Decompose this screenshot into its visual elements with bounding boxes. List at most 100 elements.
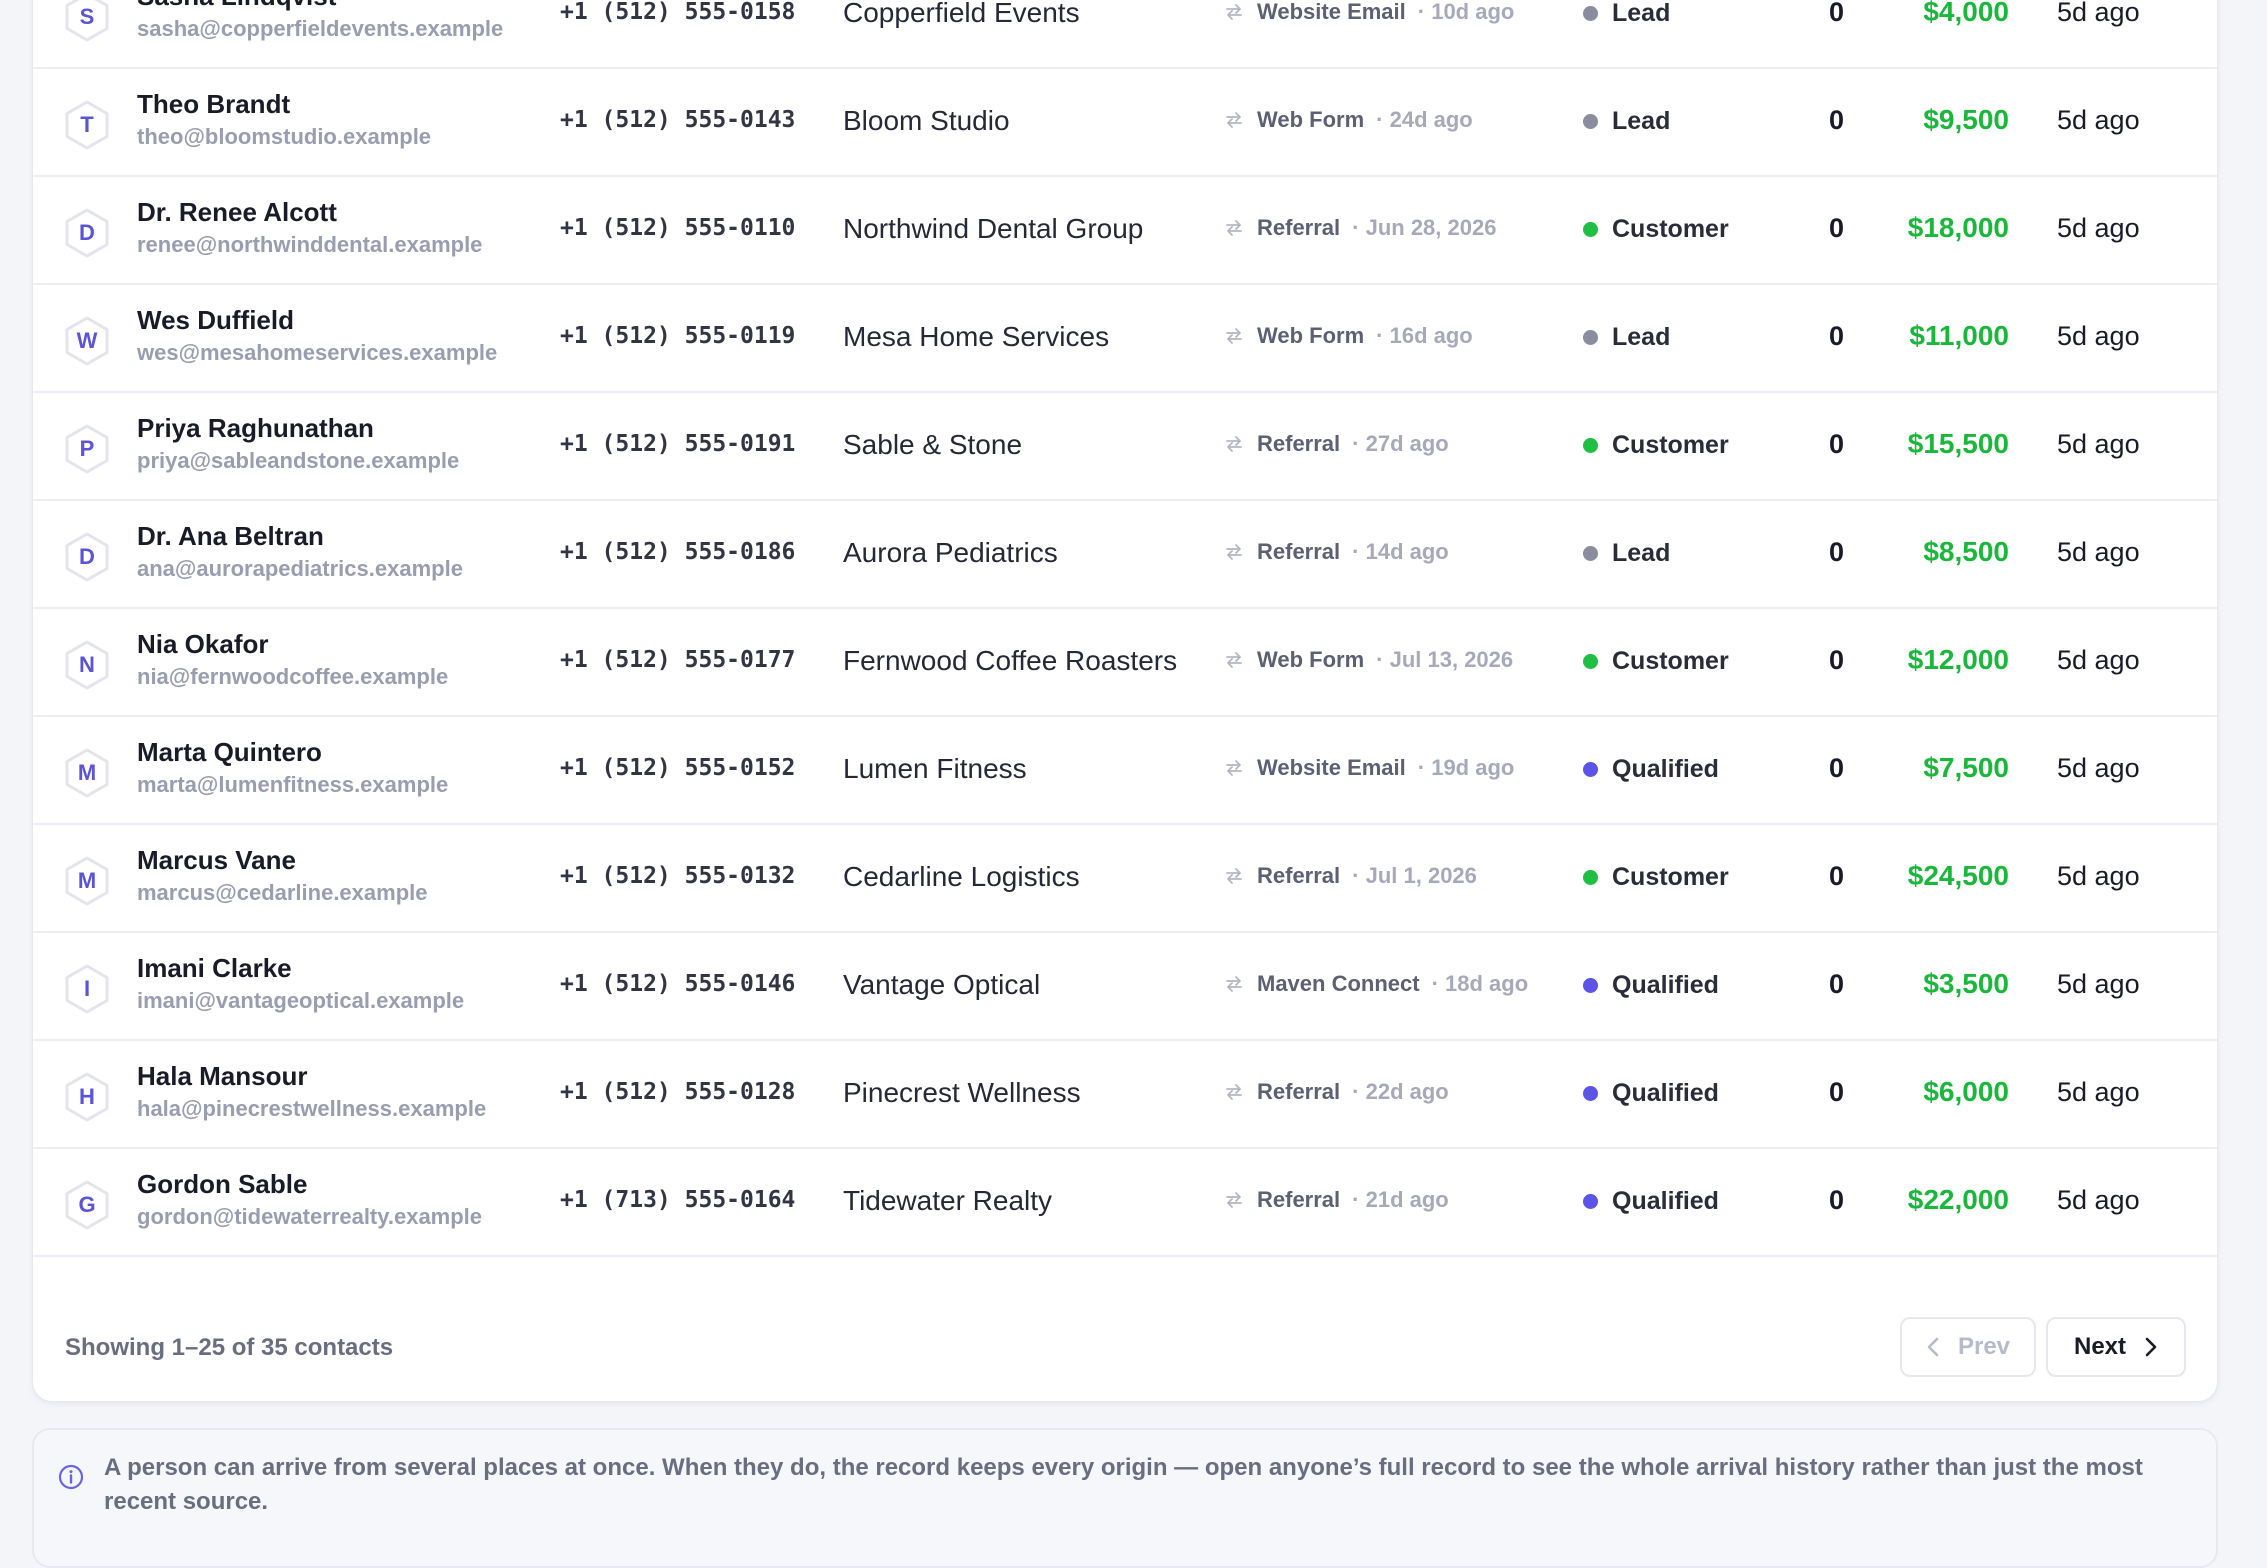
contact-name[interactable]: Nia Okafor xyxy=(137,629,269,660)
contact-company: Fernwood Coffee Roasters xyxy=(843,645,1178,676)
avatar-initial: P xyxy=(79,436,95,461)
avatar: W xyxy=(63,315,111,367)
source-name: Referral xyxy=(1257,215,1341,240)
contact-source: Referral · 27d ago xyxy=(1223,431,1449,457)
contact-name[interactable]: Gordon Sable xyxy=(137,1169,307,1200)
status-label: Qualified xyxy=(1612,971,1719,999)
last-updated: 5d ago xyxy=(2057,645,2140,675)
last-updated: 5d ago xyxy=(2057,861,2140,891)
chevron-right-icon xyxy=(2145,1337,2157,1357)
avatar: H xyxy=(63,1071,111,1123)
table-footer: Showing 1–25 of 35 contacts Prev Next xyxy=(33,1296,2217,1401)
contact-phone: +1 (512) 555-0186 xyxy=(560,539,796,565)
prev-page-button[interactable]: Prev xyxy=(1900,1317,2036,1377)
source-time: · 22d ago xyxy=(1352,1079,1449,1104)
contact-name[interactable]: Theo Brandt xyxy=(137,89,290,120)
table-row[interactable]: G Gordon Sable gordon@tidewaterrealty.ex… xyxy=(33,1149,2217,1257)
source-arrows-icon xyxy=(1226,976,1242,992)
contact-count: 0 xyxy=(1829,969,1845,999)
status-label: Customer xyxy=(1612,647,1729,675)
contact-email: priya@sableandstone.example xyxy=(137,448,460,473)
contact-company: Northwind Dental Group xyxy=(843,213,1144,244)
contact-phone: +1 (512) 555-0132 xyxy=(560,863,796,889)
contact-name[interactable]: Imani Clarke xyxy=(137,953,292,984)
contact-name[interactable]: Marta Quintero xyxy=(137,737,322,768)
contact-phone: +1 (512) 555-0177 xyxy=(560,647,796,673)
table-row[interactable]: M Marcus Vane marcus@cedarline.example +… xyxy=(33,825,2217,933)
source-time: · 19d ago xyxy=(1417,755,1515,780)
deal-value: $6,000 xyxy=(1923,1076,2009,1107)
table-row[interactable]: D Dr. Renee Alcott renee@northwinddental… xyxy=(33,177,2217,285)
contact-source: Web Form · 24d ago xyxy=(1223,107,1473,133)
last-updated: 5d ago xyxy=(2057,537,2140,567)
avatar: N xyxy=(63,639,111,691)
last-updated: 5d ago xyxy=(2057,1077,2140,1107)
status-dot xyxy=(1583,1086,1598,1101)
source-time: · 21d ago xyxy=(1352,1187,1449,1212)
contact-email: imani@vantageoptical.example xyxy=(137,988,465,1013)
contact-company: Aurora Pediatrics xyxy=(843,537,1058,568)
status-label: Customer xyxy=(1612,431,1729,459)
table-row[interactable]: T Theo Brandt theo@bloomstudio.example +… xyxy=(33,69,2217,177)
source-time: · Jul 13, 2026 xyxy=(1376,647,1514,672)
contact-name[interactable]: Dr. Renee Alcott xyxy=(137,197,337,228)
contact-email: nia@fernwoodcoffee.example xyxy=(137,664,449,689)
contact-name[interactable]: Dr. Ana Beltran xyxy=(137,521,324,552)
table-row[interactable]: D Dr. Ana Beltran ana@aurorapediatrics.e… xyxy=(33,501,2217,609)
contact-name[interactable]: Hala Mansour xyxy=(137,1061,308,1092)
contact-count: 0 xyxy=(1829,321,1845,351)
avatar-initial: D xyxy=(79,220,95,245)
source-name: Website Email xyxy=(1257,755,1406,780)
source-time: · 16d ago xyxy=(1376,323,1473,348)
contact-name[interactable]: Priya Raghunathan xyxy=(137,413,374,444)
contact-count: 0 xyxy=(1829,861,1845,891)
table-row[interactable]: N Nia Okafor nia@fernwoodcoffee.example … xyxy=(33,609,2217,717)
avatar-initial: M xyxy=(77,760,97,785)
status-dot xyxy=(1583,438,1598,453)
chevron-left-icon xyxy=(1927,1337,1939,1357)
contact-name[interactable]: Marcus Vane xyxy=(137,845,296,876)
table-row[interactable]: P Priya Raghunathan priya@sableandstone.… xyxy=(33,393,2217,501)
contact-source: Referral · Jul 1, 2026 xyxy=(1223,863,1477,889)
source-time: · 14d ago xyxy=(1352,539,1449,564)
prev-page-label: Prev xyxy=(1957,1333,2011,1360)
source-time: · 18d ago xyxy=(1431,971,1529,996)
status-label: Customer xyxy=(1612,863,1729,891)
avatar-initial: H xyxy=(79,1084,95,1109)
source-arrows-icon xyxy=(1226,1192,1242,1208)
contact-count: 0 xyxy=(1829,0,1845,27)
contact-company: Cedarline Logistics xyxy=(843,861,1080,892)
avatar: P xyxy=(63,423,111,475)
avatar: I xyxy=(63,963,111,1015)
table-row[interactable]: W Wes Duffield wes@mesahomeservices.exam… xyxy=(33,285,2217,393)
source-name: Maven Connect xyxy=(1257,971,1420,996)
source-arrows-icon xyxy=(1226,112,1242,128)
next-page-button[interactable]: Next xyxy=(2046,1317,2186,1377)
last-updated: 5d ago xyxy=(2057,105,2140,135)
avatar-initial: D xyxy=(79,544,95,569)
table-row[interactable]: I Imani Clarke imani@vantageoptical.exam… xyxy=(33,933,2217,1041)
contact-name[interactable]: Sasha Lindqvist xyxy=(137,0,336,12)
contact-phone: +1 (512) 555-0119 xyxy=(560,323,796,349)
last-updated: 5d ago xyxy=(2057,753,2140,783)
table-row[interactable]: H Hala Mansour hala@pinecrestwellness.ex… xyxy=(33,1041,2217,1149)
source-name: Referral xyxy=(1257,431,1341,456)
source-name: Referral xyxy=(1257,1079,1341,1104)
contact-count: 0 xyxy=(1829,1185,1845,1215)
contact-count: 0 xyxy=(1829,537,1845,567)
status-badge: Qualified xyxy=(1583,1187,1719,1216)
source-arrows-icon xyxy=(1226,220,1242,236)
source-arrows-icon xyxy=(1226,4,1242,20)
contact-source: Web Form · Jul 13, 2026 xyxy=(1223,647,1513,673)
contact-source: Referral · 14d ago xyxy=(1223,539,1449,565)
source-time: · 27d ago xyxy=(1352,431,1449,456)
status-dot xyxy=(1583,762,1598,777)
source-name: Web Form xyxy=(1257,647,1365,672)
table-row[interactable]: M Marta Quintero marta@lumenfitness.exam… xyxy=(33,717,2217,825)
status-label: Lead xyxy=(1612,539,1671,567)
avatar: S xyxy=(63,0,111,43)
contact-name[interactable]: Wes Duffield xyxy=(137,305,294,336)
avatar-initial: T xyxy=(80,112,94,137)
contact-phone: +1 (512) 555-0128 xyxy=(560,1079,796,1105)
table-row[interactable]: S Sasha Lindqvist sasha@copperfieldevent… xyxy=(33,0,2217,69)
